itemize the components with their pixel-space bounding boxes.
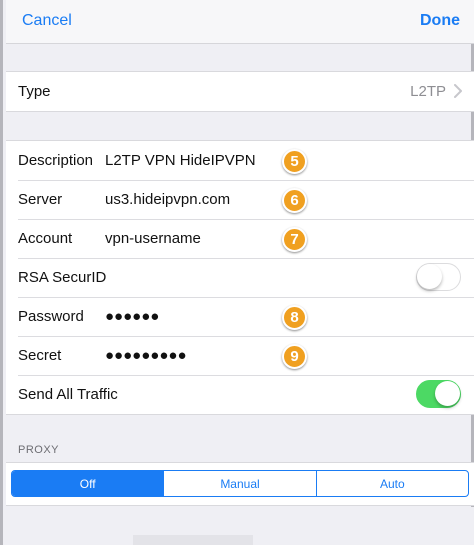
proxy-segmented-control: Off Manual Auto — [11, 470, 469, 497]
password-field[interactable]: ●●●●●● — [105, 308, 159, 325]
password-row[interactable]: Password ●●●●●● 8 — [6, 297, 474, 336]
password-label: Password — [18, 308, 84, 325]
send-all-traffic-toggle[interactable] — [416, 380, 461, 408]
rsa-securid-toggle[interactable] — [416, 263, 461, 291]
send-all-traffic-row: Send All Traffic — [6, 375, 474, 414]
rsa-securid-row: RSA SecurID — [6, 258, 474, 297]
type-value: L2TP — [410, 83, 446, 100]
cancel-button[interactable]: Cancel — [22, 12, 72, 30]
account-field[interactable]: vpn-username — [105, 230, 201, 247]
description-field[interactable]: L2TP VPN HideIPVPN — [105, 152, 256, 169]
secret-row[interactable]: Secret ●●●●●●●●● 9 — [6, 336, 474, 375]
settings-screen: Cancel Done Type L2TP Description L2TP V… — [0, 0, 474, 545]
proxy-section-header: PROXY — [18, 444, 60, 456]
rsa-securid-label: RSA SecurID — [18, 269, 107, 286]
account-label: Account — [18, 230, 73, 247]
secret-label: Secret — [18, 347, 62, 364]
secret-field[interactable]: ●●●●●●●●● — [105, 347, 187, 364]
proxy-option-off[interactable]: Off — [12, 471, 164, 496]
server-row[interactable]: Server us3.hideipvpn.com 6 — [6, 180, 474, 219]
step-badge-7: 7 — [282, 227, 307, 252]
step-badge-5: 5 — [282, 149, 307, 174]
proxy-option-auto[interactable]: Auto — [315, 471, 468, 496]
server-field[interactable]: us3.hideipvpn.com — [105, 191, 230, 208]
account-row[interactable]: Account vpn-username 7 — [6, 219, 474, 258]
chevron-right-icon — [454, 84, 462, 98]
vpn-settings-group: Description L2TP VPN HideIPVPN 5 Server … — [6, 140, 474, 415]
bottom-divider — [133, 535, 253, 545]
toggle-knob — [435, 381, 460, 406]
type-group: Type L2TP — [6, 71, 474, 112]
server-label: Server — [18, 191, 63, 208]
step-badge-6: 6 — [282, 188, 307, 213]
step-badge-8: 8 — [282, 305, 307, 330]
description-label: Description — [18, 152, 94, 169]
type-label: Type — [18, 83, 51, 100]
proxy-option-manual[interactable]: Manual — [163, 471, 315, 496]
send-all-traffic-label: Send All Traffic — [18, 386, 118, 403]
description-row[interactable]: Description L2TP VPN HideIPVPN 5 — [6, 141, 474, 180]
proxy-group: Off Manual Auto — [6, 462, 474, 506]
step-badge-9: 9 — [282, 344, 307, 369]
done-button[interactable]: Done — [420, 12, 460, 30]
type-row[interactable]: Type L2TP — [6, 72, 474, 111]
navigation-bar: Cancel Done — [6, 0, 474, 44]
toggle-knob — [417, 264, 442, 289]
